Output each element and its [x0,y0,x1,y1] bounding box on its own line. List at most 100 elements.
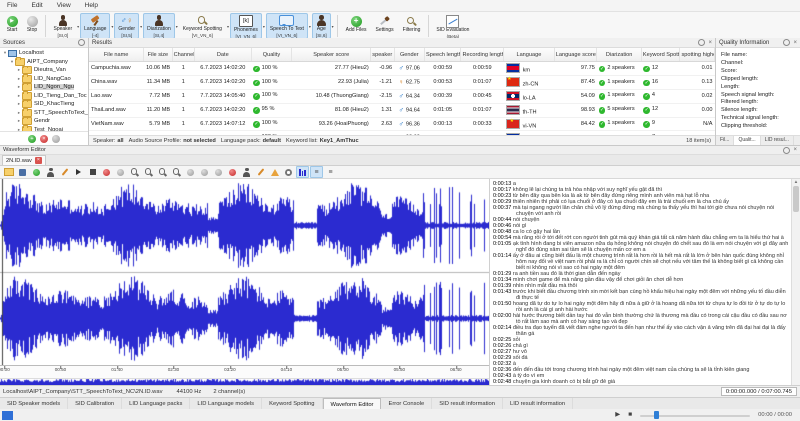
age-button[interactable]: Age[SI,6] [312,13,331,39]
menu-help[interactable]: Help [78,2,105,9]
col-keyword-spotting[interactable]: Keyword Spotting [641,48,680,62]
menu-file[interactable]: File [0,2,24,9]
tree-item-gendr[interactable]: ▸Gendr [0,117,88,126]
dropdown-arrow[interactable]: ▾ [140,24,142,29]
language-button[interactable]: Language[-4] [80,13,110,39]
clear-icon[interactable] [226,166,239,178]
col-spotting-highest[interactable]: spotting highest: [680,48,715,62]
table-row[interactable]: China.wav11.34 MB16.7.2023 14:02:20✓100 … [89,75,715,89]
cursor-select-icon[interactable] [44,166,57,178]
filtering-button[interactable]: Filtering [399,13,425,39]
split-speaker-icon[interactable] [240,166,253,178]
play-button[interactable]: ▶ [615,410,620,420]
nav-first-icon[interactable] [184,166,197,178]
zoom-selection-icon[interactable] [156,166,169,178]
col-gender[interactable]: Gender [394,48,424,62]
col-quality[interactable]: Quality [251,48,292,62]
tree-item-sid-khactieng[interactable]: ▸SID_KhacTieng [0,100,88,109]
diarization-button[interactable]: Diarization[SI,4] [143,13,175,39]
col-language-score[interactable]: Language score [554,48,597,62]
tree-item-lid-tieng-dan-toc[interactable]: ▸LID_Tieng_Dan_Toc [0,92,88,101]
sid-evaluation-button[interactable]: SID Evaluation(Beta) [432,13,473,39]
remove-source-button[interactable]: × [40,135,48,143]
threshold-warning-icon[interactable] [268,166,281,178]
col-channel[interactable]: Channel [172,48,194,62]
stop-button[interactable]: Stop [23,13,42,39]
transcript-line[interactable]: 0:01:05 ạk tình hình đang bi viên amazon… [493,241,790,253]
export-icon[interactable] [16,166,29,178]
add-source-button[interactable]: + [28,135,36,143]
view-list-icon[interactable]: ≡ [324,166,337,178]
settings-gear-icon[interactable] [282,166,295,178]
refresh-source-button[interactable] [52,135,60,143]
settings-button[interactable]: Settings [372,13,398,39]
col-speaker-score[interactable]: Speaker score [292,48,371,62]
tree-item-aipt-company[interactable]: ▾AIPT_Company [0,58,88,67]
col-diarization[interactable]: Diarization [597,48,642,62]
start-button[interactable]: ▶Start [3,13,22,39]
dropdown-arrow[interactable]: ▾ [77,24,79,29]
dropdown-arrow[interactable]: ▾ [263,24,265,29]
zoom-out-icon[interactable] [142,166,155,178]
dropdown-arrow[interactable]: ▾ [227,24,229,29]
quality-tab-qualit[interactable]: Qualit... [734,136,760,145]
zoom-all-icon[interactable] [170,166,183,178]
record-icon[interactable] [100,166,113,178]
transcript-line[interactable]: 0:02:00 hài hước thương biết dần tay hai… [493,313,790,325]
col-file-size[interactable]: File size [144,48,172,62]
speech-to-text-button[interactable]: Speech To Text[VI_VN_6] [266,13,308,39]
transcript-scrollbar[interactable]: ▲ ▼ [791,179,800,389]
transcript-line[interactable]: 0:01:14 ấy ở đâu ai cũng biết đấu là một… [493,253,790,271]
table-row[interactable]: Lao.wav7.72 MB17.7.2023 14:05:40✓100 %10… [89,89,715,103]
stop-button[interactable]: ■ [628,410,632,420]
col-language[interactable]: Language [504,48,555,62]
marker-icon[interactable] [58,166,71,178]
tree-item-dieutra-van[interactable]: ▸Dieutra_Van [0,66,88,75]
view-waveform-icon[interactable] [296,166,309,178]
tree-item-stt-speechtotext-nc[interactable]: ▸STT_SpeechToText_NC [0,109,88,118]
keyword-spotting-button[interactable]: Keyword Spotting[VI_VN_6] [179,13,226,39]
col-speech-length[interactable]: Speech length [425,48,461,62]
pin-icon[interactable] [698,39,705,46]
dropdown-arrow[interactable]: ▾ [111,24,113,29]
scrollbar-thumb[interactable] [793,186,799,212]
phonemes-button[interactable]: [k]Phonemes[VI_VN_6] [230,13,262,39]
open-file-icon[interactable] [2,166,15,178]
table-row[interactable]: ThaiLand.wav11.20 MB16.7.2023 14:02:20✓9… [89,103,715,117]
pin-icon[interactable] [783,147,790,154]
gender-button[interactable]: ♂♀Gender[SI,5] [114,13,139,39]
close-icon[interactable]: × [793,147,797,153]
add-files-button[interactable]: +Add Files [342,13,371,39]
close-icon[interactable]: × [708,40,712,46]
pin-icon[interactable] [78,39,85,46]
waveform-canvas[interactable] [0,179,489,365]
seek-slider[interactable] [640,411,750,420]
slider-thumb[interactable] [654,411,659,419]
quality-tab-fil[interactable]: Fil... [716,136,734,145]
dropdown-arrow[interactable]: ▾ [309,24,311,29]
transcript-line[interactable]: 0:02:14 điều tra đạo tuyển đã viết đám n… [493,325,790,337]
col-date[interactable]: Date [194,48,251,62]
transcript-line[interactable]: 0:00:37 mà tại ngang người lân chân chủ … [493,205,790,217]
pin-icon[interactable] [783,39,790,46]
speaker-button[interactable]: Speaker[SI,0] [50,13,77,39]
tree-item-localhost[interactable]: ▾Localhost [0,49,88,58]
stop-icon[interactable] [86,166,99,178]
quality-tab-lid-resul[interactable]: LID resul... [761,136,794,145]
col-file-name[interactable]: File name [89,48,144,62]
table-row[interactable]: VietNam.wav5.79 MB16.7.2023 14:07:12✓100… [89,117,715,131]
nav-prev-icon[interactable] [198,166,211,178]
tree-item-lid-nangcao[interactable]: ▸LID_NangCao [0,75,88,84]
menu-edit[interactable]: Edit [24,2,49,9]
waveform-timeline[interactable]: 00:0000:5001:4002:3003:2004:1005:0005:50… [0,365,489,379]
close-file-icon[interactable]: × [35,157,42,164]
play-icon[interactable] [72,166,85,178]
transcript-line[interactable]: 0:01:43 trước khi biết đầu chương trình … [493,289,790,301]
table-row[interactable]: Campuchia.wav10.06 MB16.7.2023 14:02:20✓… [89,62,715,76]
dropdown-arrow[interactable]: ▾ [332,24,334,29]
transcript-line[interactable]: 0:01:50 hoang dã tự do tự lo hai ngày mộ… [493,301,790,313]
tree-item-lid-ngon-ngu[interactable]: ▸LID_Ngon_Ngu [0,83,88,92]
scroll-up-icon[interactable]: ▲ [794,179,798,184]
pencil-edit-icon[interactable] [254,166,267,178]
loop-icon[interactable] [114,166,127,178]
